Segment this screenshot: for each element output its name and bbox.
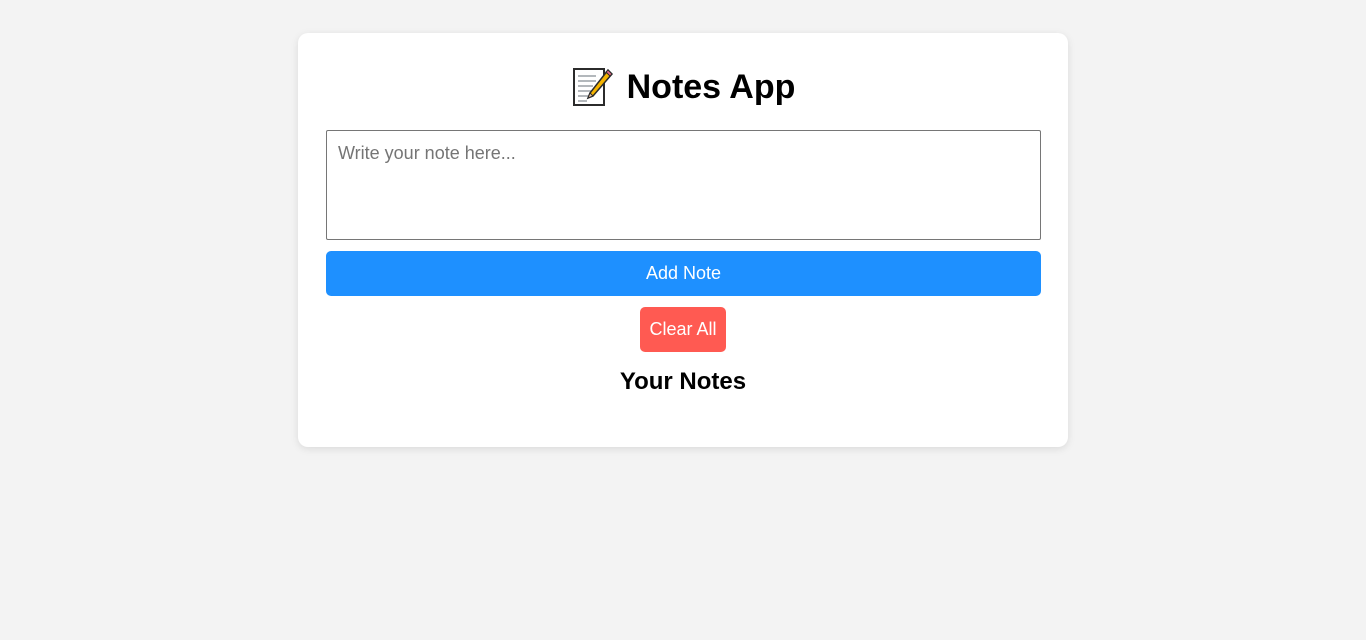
- clear-all-button[interactable]: Clear All: [640, 307, 726, 352]
- app-title: Notes App: [626, 68, 796, 106]
- memo-icon: [571, 66, 613, 108]
- your-notes-heading: Your Notes: [619, 368, 747, 395]
- note-textarea[interactable]: [326, 130, 1041, 240]
- page-title: Notes App: [298, 63, 1068, 111]
- notes-card: Notes App Add Note Clear All Your Notes: [298, 33, 1068, 447]
- notes-list: [326, 405, 1041, 425]
- add-note-button[interactable]: Add Note: [326, 251, 1041, 296]
